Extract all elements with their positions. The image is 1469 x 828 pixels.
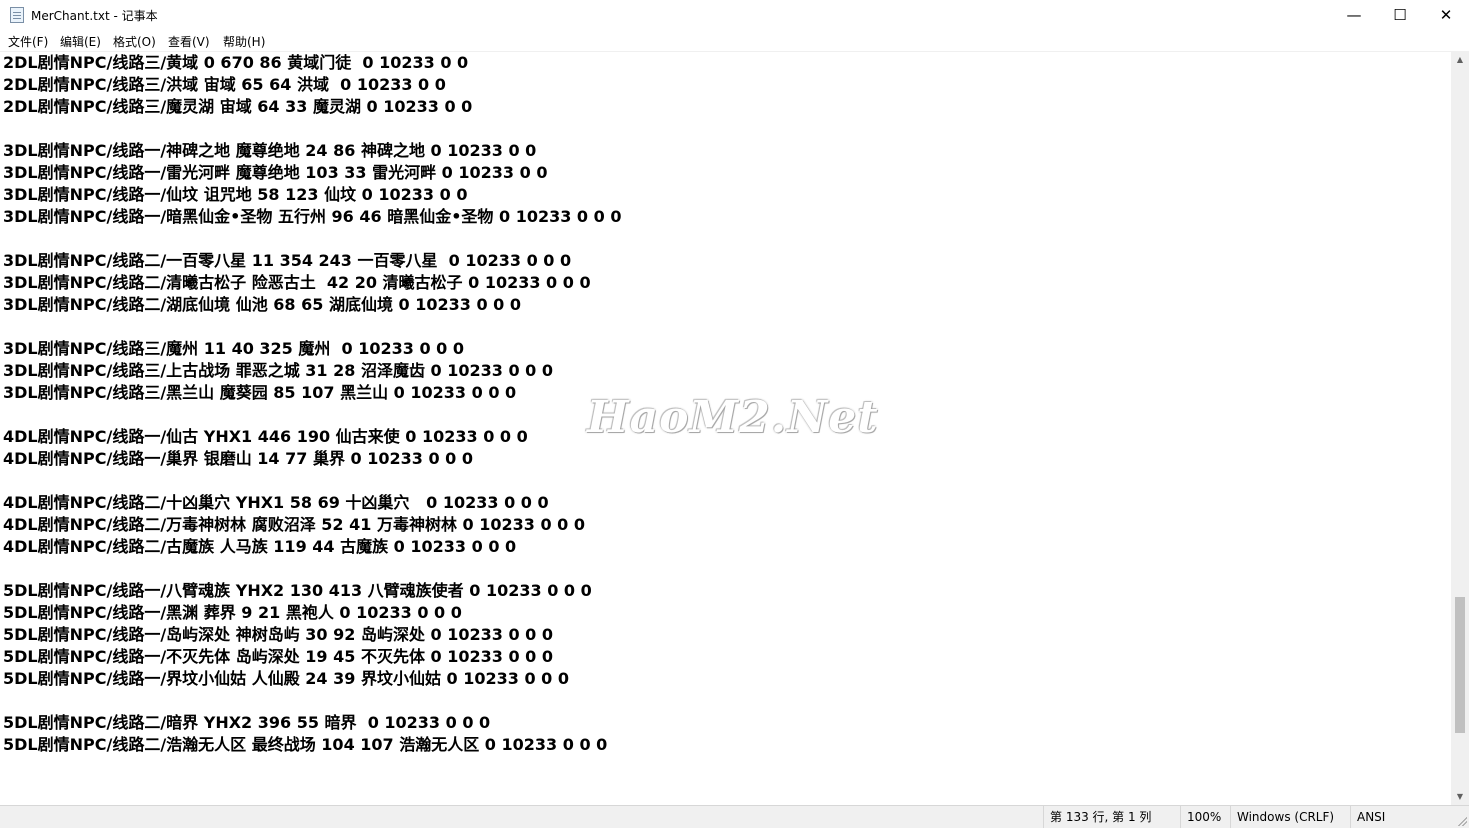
text-line: 4DL剧情NPC/线路二/古魔族 人马族 119 44 古魔族 0 10233 … <box>3 537 517 556</box>
text-line: 3DL剧情NPC/线路二/清曦古松子 险恶古土 42 20 清曦古松子 0 10… <box>3 273 591 292</box>
text-line: 3DL剧情NPC/线路一/雷光河畔 魔尊绝地 103 33 雷光河畔 0 102… <box>3 163 548 182</box>
close-icon: ✕ <box>1439 6 1453 24</box>
menu-bar: 文件(F) 编辑(E) 格式(O) 查看(V) 帮助(H) <box>0 30 1469 51</box>
text-line <box>3 404 621 426</box>
text-line: 3DL剧情NPC/线路二/湖底仙境 仙池 68 65 湖底仙境 0 10233 … <box>3 295 522 314</box>
text-line <box>3 558 621 580</box>
text-line <box>3 690 621 712</box>
minimize-icon: — <box>1346 6 1362 24</box>
status-cursor-position: 第 133 行, 第 1 列 <box>1043 806 1171 828</box>
scroll-up-button[interactable]: ▲ <box>1451 51 1469 68</box>
text-line: 5DL剧情NPC/线路二/浩瀚无人区 最终战场 104 107 浩瀚无人区 0 … <box>3 735 608 754</box>
status-encoding: ANSI <box>1350 806 1450 828</box>
text-line: 3DL剧情NPC/线路三/魔州 11 40 325 魔州 0 10233 0 0… <box>3 339 464 358</box>
text-line: 3DL剧情NPC/线路一/神碑之地 魔尊绝地 24 86 神碑之地 0 1023… <box>3 141 537 160</box>
text-line: 5DL剧情NPC/线路一/岛屿深处 神树岛屿 30 92 岛屿深处 0 1023… <box>3 625 554 644</box>
maximize-icon: ☐ <box>1393 6 1407 24</box>
text-line: 2DL剧情NPC/线路三/黄域 0 670 86 黄域门徒 0 10233 0 … <box>3 53 469 72</box>
minimize-button[interactable]: — <box>1331 0 1377 30</box>
text-line <box>3 470 621 492</box>
text-line: 4DL剧情NPC/线路二/万毒神树林 腐败沼泽 52 41 万毒神树林 0 10… <box>3 515 586 534</box>
text-line: 5DL剧情NPC/线路一/界坟小仙姑 人仙殿 24 39 界坟小仙姑 0 102… <box>3 669 570 688</box>
resize-grip-icon[interactable] <box>1457 816 1467 826</box>
status-zoom: 100% <box>1180 806 1230 828</box>
scrollbar-thumb[interactable] <box>1455 597 1465 733</box>
menu-file[interactable]: 文件(F) <box>8 33 48 50</box>
text-line: 4DL剧情NPC/线路一/仙古 YHX1 446 190 仙古来使 0 1023… <box>3 427 528 446</box>
text-line: 3DL剧情NPC/线路一/仙坟 诅咒地 58 123 仙坟 0 10233 0 … <box>3 185 468 204</box>
scroll-up-icon: ▲ <box>1456 55 1464 64</box>
text-line: 4DL剧情NPC/线路一/巢界 银磨山 14 77 巢界 0 10233 0 0… <box>3 449 474 468</box>
text-content: 2DL剧情NPC/线路三/黄域 0 670 86 黄域门徒 0 10233 0 … <box>3 52 621 756</box>
text-line <box>3 118 621 140</box>
window-title: MerChant.txt - 记事本 <box>31 9 158 23</box>
text-line: 5DL剧情NPC/线路一/不灭先体 岛屿深处 19 45 不灭先体 0 1023… <box>3 647 554 666</box>
menu-view[interactable]: 查看(V) <box>168 33 210 50</box>
vertical-scrollbar[interactable]: ▲ ▼ <box>1451 51 1469 805</box>
text-line: 5DL剧情NPC/线路二/暗界 YHX2 396 55 暗界 0 10233 0… <box>3 713 491 732</box>
text-line: 2DL剧情NPC/线路三/魔灵湖 宙域 64 33 魔灵湖 0 10233 0 … <box>3 97 473 116</box>
text-line: 5DL剧情NPC/线路一/八臂魂族 YHX2 130 413 八臂魂族使者 0 … <box>3 581 592 600</box>
text-line: 5DL剧情NPC/线路一/黑渊 葬界 9 21 黑袍人 0 10233 0 0 … <box>3 603 462 622</box>
status-line-ending: Windows (CRLF) <box>1230 806 1350 828</box>
maximize-button[interactable]: ☐ <box>1377 0 1423 30</box>
menu-edit[interactable]: 编辑(E) <box>60 33 101 50</box>
close-button[interactable]: ✕ <box>1423 0 1469 30</box>
text-line <box>3 228 621 250</box>
text-line: 3DL剧情NPC/线路三/黑兰山 魔葵园 85 107 黑兰山 0 10233 … <box>3 383 517 402</box>
text-line: 3DL剧情NPC/线路一/暗黑仙金•圣物 五行州 96 46 暗黑仙金•圣物 0… <box>3 207 622 226</box>
menu-format[interactable]: 格式(O) <box>113 33 156 50</box>
scroll-down-button[interactable]: ▼ <box>1451 788 1469 805</box>
text-line: 3DL剧情NPC/线路三/上古战场 罪恶之城 31 28 沼泽魔齿 0 1023… <box>3 361 554 380</box>
text-line: 4DL剧情NPC/线路二/十凶巢穴 YHX1 58 69 十凶巢穴 0 1023… <box>3 493 549 512</box>
text-line: 3DL剧情NPC/线路二/一百零八星 11 354 243 一百零八星 0 10… <box>3 251 572 270</box>
text-line <box>3 316 621 338</box>
menu-help[interactable]: 帮助(H) <box>223 33 265 50</box>
watermark: HaoM2.Net <box>587 392 879 443</box>
status-bar: 第 133 行, 第 1 列 100% Windows (CRLF) ANSI <box>0 805 1469 828</box>
notepad-icon <box>10 7 24 23</box>
text-line: 2DL剧情NPC/线路三/洪域 宙域 65 64 洪域 0 10233 0 0 <box>3 75 446 94</box>
scroll-down-icon: ▼ <box>1456 792 1464 801</box>
title-bar[interactable]: MerChant.txt - 记事本 — ☐ ✕ <box>0 0 1469 30</box>
